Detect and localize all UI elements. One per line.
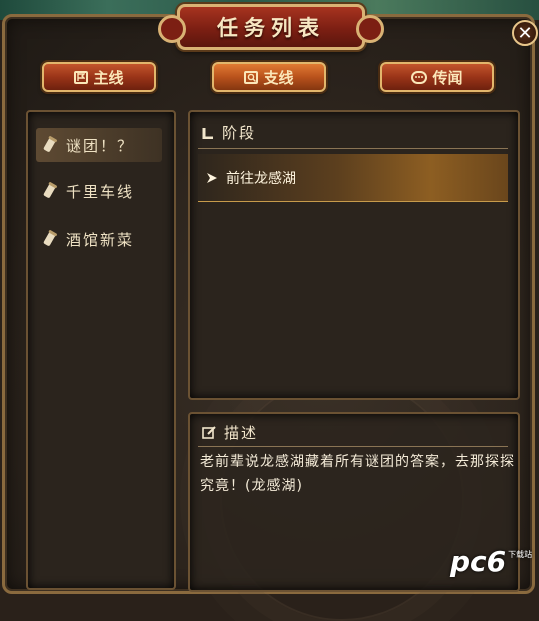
quest-item-label: 谜团！？ bbox=[66, 136, 135, 155]
stage-step-current[interactable]: 前往龙感湖 bbox=[198, 154, 508, 202]
quest-list-panel: 谜团！？ 千里车线 酒馆新菜 bbox=[26, 110, 176, 590]
tab-rumors-label: 传闻 bbox=[432, 68, 463, 87]
description-text: 老前辈说龙感湖藏着所有谜团的答案，去那探探究竟！(龙感湖) bbox=[200, 454, 515, 494]
description-heading-label: 描述 bbox=[224, 424, 259, 442]
edit-icon bbox=[202, 425, 216, 439]
scroll-icon bbox=[43, 136, 57, 152]
tab-main-quest-label: 主线 bbox=[93, 68, 124, 87]
watermark-logo: pc6 下载站 bbox=[450, 545, 532, 578]
description-heading: 描述 bbox=[202, 422, 258, 443]
close-icon: ✕ bbox=[517, 22, 533, 44]
scroll-icon bbox=[43, 230, 57, 246]
arrow-right-icon bbox=[207, 172, 217, 183]
tab-rumors[interactable]: 传闻 bbox=[380, 62, 494, 92]
watermark-sub: 下载站 bbox=[508, 550, 533, 559]
window-title-plate: 任务列表 bbox=[158, 4, 384, 50]
tab-side-quest[interactable]: 支线 bbox=[212, 62, 326, 92]
magnifier-icon bbox=[244, 70, 259, 84]
scroll-icon bbox=[43, 182, 57, 198]
corner-icon bbox=[202, 127, 213, 139]
quest-item-tavern-dish[interactable]: 酒馆新菜 bbox=[36, 222, 162, 256]
speech-bubble-icon bbox=[411, 70, 428, 84]
stage-step-label: 前往龙感湖 bbox=[226, 170, 296, 187]
watermark-brand: pc6 bbox=[450, 545, 507, 578]
quest-item-label: 酒馆新菜 bbox=[66, 230, 135, 249]
window-title: 任务列表 bbox=[217, 16, 325, 40]
close-button[interactable]: ✕ bbox=[512, 20, 538, 46]
divider bbox=[198, 446, 508, 447]
quest-item-mystery[interactable]: 谜团！？ bbox=[36, 128, 162, 162]
quest-item-cart-line[interactable]: 千里车线 bbox=[36, 174, 162, 208]
tab-side-quest-label: 支线 bbox=[263, 68, 294, 87]
tab-main-quest[interactable]: 主线 bbox=[42, 62, 156, 92]
flag-icon bbox=[74, 70, 89, 84]
stage-panel: 阶段 前往龙感湖 bbox=[188, 110, 520, 400]
quest-item-label: 千里车线 bbox=[66, 182, 135, 201]
divider bbox=[198, 148, 508, 149]
stage-heading-label: 阶段 bbox=[222, 124, 257, 142]
stage-heading: 阶段 bbox=[202, 122, 256, 143]
